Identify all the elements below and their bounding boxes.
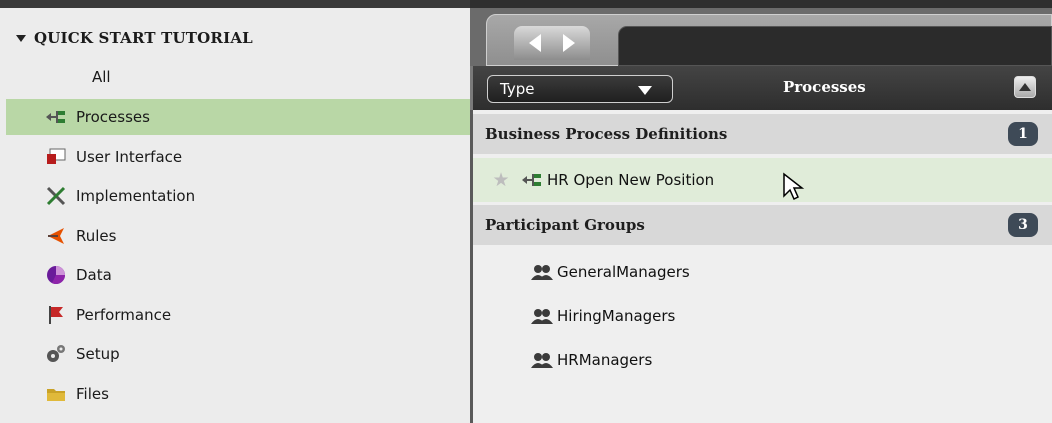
list-item-hrmanagers[interactable]: HRManagers bbox=[473, 338, 1052, 382]
collapse-triangle-icon bbox=[16, 34, 26, 42]
top-strip bbox=[0, 0, 470, 8]
dropdown-caret-icon bbox=[638, 86, 652, 95]
list-item-label: HiringManagers bbox=[557, 307, 676, 325]
rules-icon bbox=[44, 224, 68, 248]
process-icon bbox=[521, 169, 543, 191]
group-header-label: Participant Groups bbox=[485, 216, 645, 234]
search-bar[interactable] bbox=[618, 26, 1052, 66]
group-header-label: Business Process Definitions bbox=[485, 125, 728, 143]
nav-item-label: Rules bbox=[76, 227, 117, 245]
list-item-hiringmanagers[interactable]: HiringManagers bbox=[473, 294, 1052, 338]
nav-item-label: Performance bbox=[76, 306, 172, 324]
nav-item-label: All bbox=[92, 68, 111, 86]
nav-item-all[interactable]: All bbox=[6, 59, 470, 95]
star-icon[interactable]: ★ bbox=[491, 169, 511, 191]
user-interface-icon bbox=[44, 145, 68, 169]
list-item-label: GeneralManagers bbox=[557, 263, 690, 281]
content-panel: Type Processes Business Process Definiti… bbox=[470, 0, 1052, 423]
arrow-left-icon bbox=[529, 34, 541, 52]
nav-item-setup[interactable]: Setup bbox=[6, 336, 470, 372]
group-users-icon bbox=[531, 305, 553, 327]
arrow-up-icon bbox=[1019, 83, 1031, 91]
arrow-right-icon bbox=[563, 34, 575, 52]
library-header-label: QUICK START TUTORIAL bbox=[34, 29, 253, 47]
collapse-button[interactable] bbox=[1014, 76, 1036, 98]
forward-button[interactable] bbox=[556, 31, 582, 55]
nav-item-user-interface[interactable]: User Interface bbox=[6, 139, 470, 175]
nav-item-processes[interactable]: Processes bbox=[6, 99, 470, 135]
processes-header: Type Processes bbox=[470, 66, 1052, 110]
nav-item-label: Implementation bbox=[76, 187, 196, 205]
back-button[interactable] bbox=[522, 31, 548, 55]
nav-item-label: Data bbox=[76, 266, 112, 284]
list-item-label: HR Open New Position bbox=[547, 171, 715, 189]
nav-item-rules[interactable]: Rules bbox=[6, 218, 470, 254]
group-users-icon bbox=[531, 261, 553, 283]
nav-item-data[interactable]: Data bbox=[6, 257, 470, 293]
group-header-participant-groups[interactable]: Participant Groups 3 bbox=[473, 205, 1052, 245]
nav-item-files[interactable]: Files bbox=[6, 376, 470, 412]
list-item-hr-open-new-position[interactable]: ★ HR Open New Position bbox=[473, 158, 1052, 202]
nav-item-label: Setup bbox=[76, 345, 120, 363]
group-users-icon bbox=[531, 349, 553, 371]
count-badge: 1 bbox=[1008, 122, 1038, 146]
count-badge: 3 bbox=[1008, 213, 1038, 237]
nav-item-performance[interactable]: Performance bbox=[6, 297, 470, 333]
panel-title: Processes bbox=[783, 78, 866, 96]
tools-icon bbox=[44, 184, 68, 208]
top-strip bbox=[470, 0, 1052, 8]
nav-item-label: User Interface bbox=[76, 148, 183, 166]
data-icon bbox=[44, 263, 68, 287]
library-header[interactable]: QUICK START TUTORIAL bbox=[16, 26, 253, 50]
library-panel: QUICK START TUTORIAL All Processes User … bbox=[0, 0, 470, 423]
list-item-generalmanagers[interactable]: GeneralManagers bbox=[473, 250, 1052, 294]
mouse-cursor-icon bbox=[783, 172, 805, 201]
type-select[interactable]: Type bbox=[487, 75, 673, 103]
type-select-value: Type bbox=[500, 80, 535, 98]
processes-list: Business Process Definitions 1 ★ HR Open… bbox=[470, 110, 1052, 423]
history-nav bbox=[514, 26, 590, 60]
folder-icon bbox=[44, 382, 68, 406]
list-item-label: HRManagers bbox=[557, 351, 653, 369]
nav-item-implementation[interactable]: Implementation bbox=[6, 178, 470, 214]
group-header-business-process-definitions[interactable]: Business Process Definitions 1 bbox=[473, 114, 1052, 154]
nav-item-label: Processes bbox=[76, 108, 150, 126]
toolbar-area bbox=[470, 0, 1052, 66]
gears-icon bbox=[44, 342, 68, 366]
nav-item-label: Files bbox=[76, 385, 109, 403]
flag-icon bbox=[44, 303, 68, 327]
process-icon bbox=[44, 105, 68, 129]
